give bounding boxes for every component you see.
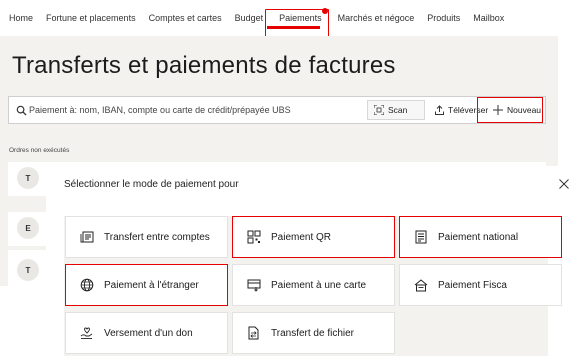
- nav-item-produits[interactable]: Produits: [427, 13, 460, 23]
- option-label: Paiement à une carte: [271, 279, 367, 291]
- card-payment-icon: [247, 278, 261, 292]
- account-transfer-icon: [80, 230, 94, 244]
- file-transfer-icon: [247, 326, 261, 340]
- order-avatar: T: [17, 167, 39, 189]
- scan-button[interactable]: Scan: [367, 100, 425, 120]
- dialog-title: Sélectionner le mode de paiement pour: [64, 179, 239, 190]
- option-label: Paiement Fisca: [438, 279, 507, 291]
- nav-item-comptes[interactable]: Comptes et cartes: [149, 13, 222, 23]
- qr-code-icon: [247, 230, 261, 244]
- nav-item-budget[interactable]: Budget: [235, 13, 264, 23]
- option-paiement-national[interactable]: Paiement national: [399, 216, 562, 258]
- donation-icon: [80, 326, 94, 340]
- page-title: Transferts et paiements de factures: [12, 52, 396, 79]
- option-label: Versement d'un don: [104, 327, 193, 339]
- highlight-box-nouveau: [477, 97, 543, 123]
- close-icon[interactable]: [558, 178, 570, 190]
- upload-icon: [435, 105, 444, 115]
- option-label: Paiement QR: [271, 231, 332, 243]
- option-paiement-carte[interactable]: Paiement à une carte: [232, 264, 395, 306]
- option-label: Transfert de fichier: [271, 327, 354, 339]
- option-label: Paiement à l'étranger: [104, 279, 199, 291]
- order-avatar: T: [17, 259, 39, 281]
- search-icon: [16, 105, 27, 116]
- nav-item-fortune[interactable]: Fortune et placements: [46, 13, 136, 23]
- globe-icon: [80, 278, 94, 292]
- option-label: Transfert entre comptes: [104, 231, 210, 243]
- option-paiement-fisca[interactable]: Paiement Fisca: [399, 264, 562, 306]
- option-paiement-etranger[interactable]: Paiement à l'étranger: [65, 264, 228, 306]
- search-input[interactable]: Paiement à: nom, IBAN, compte ou carte d…: [29, 105, 291, 115]
- tax-payment-icon: [414, 278, 428, 292]
- order-avatar: E: [17, 217, 39, 239]
- option-versement-don[interactable]: Versement d'un don: [65, 312, 228, 354]
- nav-item-mailbox[interactable]: Mailbox: [473, 13, 504, 23]
- payment-search-bar: Paiement à: nom, IBAN, compte ou carte d…: [8, 96, 546, 124]
- option-transfert-entre-comptes[interactable]: Transfert entre comptes: [65, 216, 228, 258]
- pending-orders-label: Ordres non exécutés: [9, 147, 70, 154]
- nav-item-marches[interactable]: Marchés et négoce: [338, 13, 415, 23]
- scan-label: Scan: [388, 105, 408, 115]
- national-payment-icon: [414, 230, 428, 244]
- option-label: Paiement national: [438, 231, 519, 243]
- payment-mode-dialog: Sélectionner le mode de paiement pour Tr…: [46, 166, 580, 364]
- scan-icon: [374, 105, 384, 115]
- payment-options-grid: Transfert entre comptes Paiement QR Paie…: [64, 216, 562, 356]
- option-paiement-qr[interactable]: Paiement QR: [232, 216, 395, 258]
- nav-item-home[interactable]: Home: [9, 13, 33, 23]
- option-transfert-fichier[interactable]: Transfert de fichier: [232, 312, 395, 354]
